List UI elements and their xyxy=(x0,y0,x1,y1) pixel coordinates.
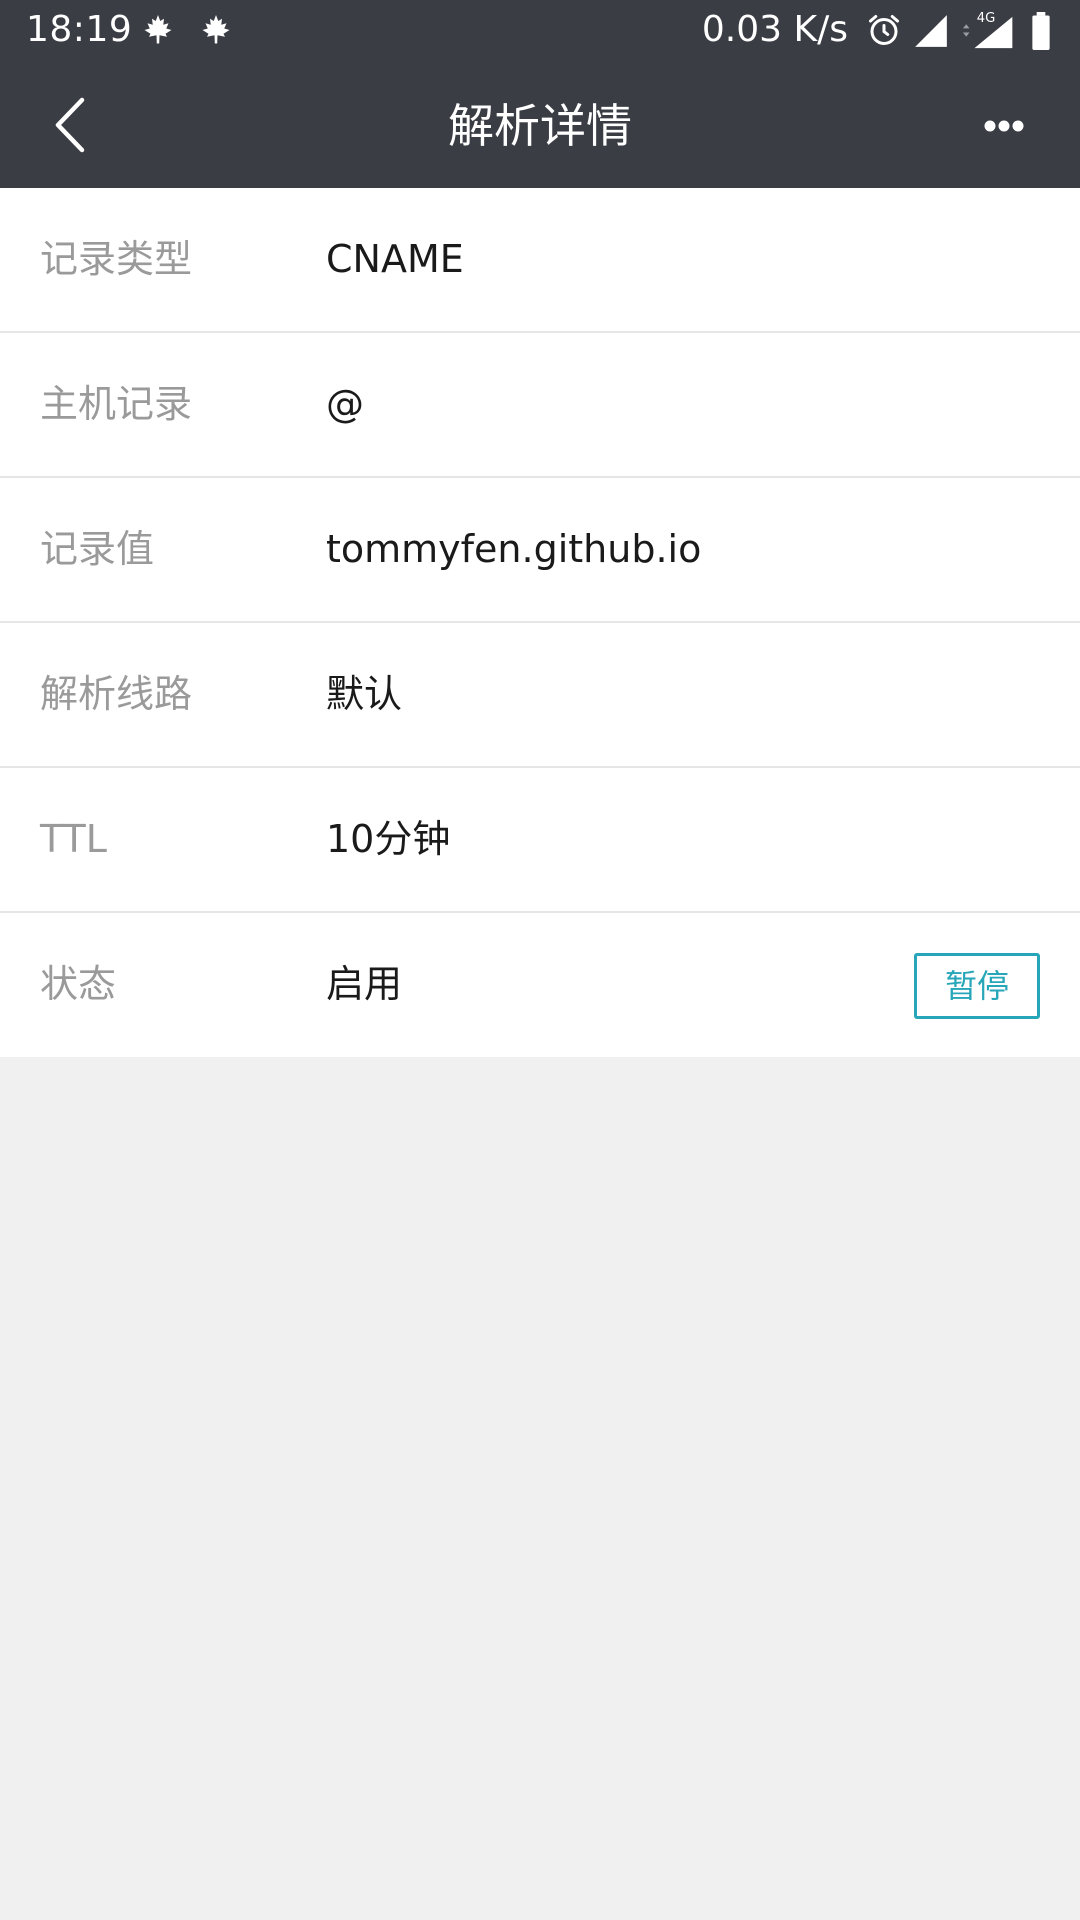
detail-row-ttl: TTL 10分钟 xyxy=(0,768,1080,913)
detail-label: TTL xyxy=(40,817,107,861)
network-type-label: 4G xyxy=(977,11,996,26)
detail-label: 解析线路 xyxy=(40,672,193,716)
maple-leaf-icon xyxy=(202,15,230,44)
pause-button[interactable]: 暂停 xyxy=(914,953,1040,1019)
signal-icon xyxy=(915,15,947,47)
status-time: 18:19 xyxy=(26,9,133,50)
detail-row-record-type: 记录类型 CNAME xyxy=(0,188,1080,333)
detail-value: 默认 xyxy=(326,672,403,716)
detail-value: 启用 xyxy=(326,962,403,1006)
detail-value: CNAME xyxy=(326,237,464,281)
detail-row-status: 状态 启用 暂停 xyxy=(0,913,1080,1057)
detail-label: 主机记录 xyxy=(40,382,193,426)
detail-row-resolution-line: 解析线路 默认 xyxy=(0,623,1080,768)
detail-value: 10分钟 xyxy=(326,817,451,861)
status-bar: 18:19 0.03 K/s 4G xyxy=(0,0,1080,62)
battery-icon xyxy=(1032,12,1050,50)
maple-leaf-icon xyxy=(144,15,172,44)
detail-label: 记录值 xyxy=(40,527,155,571)
detail-row-host-record: 主机记录 @ xyxy=(0,333,1080,478)
detail-row-record-value: 记录值 tommyfen.github.io xyxy=(0,478,1080,623)
app-bar: 解析详情 xyxy=(0,62,1080,188)
alarm-icon xyxy=(869,15,899,45)
signal-4g-icon: 4G xyxy=(962,11,1013,49)
detail-value: tommyfen.github.io xyxy=(326,527,702,571)
detail-value: @ xyxy=(326,382,364,426)
detail-label: 状态 xyxy=(40,962,117,1006)
more-horizontal-icon xyxy=(984,120,1024,132)
more-button[interactable] xyxy=(968,98,1040,154)
detail-label: 记录类型 xyxy=(40,237,193,281)
page-title: 解析详情 xyxy=(448,99,632,153)
network-speed: 0.03 K/s xyxy=(701,9,848,50)
detail-list: 记录类型 CNAME 主机记录 @ 记录值 tommyfen.github.io… xyxy=(0,188,1080,1057)
